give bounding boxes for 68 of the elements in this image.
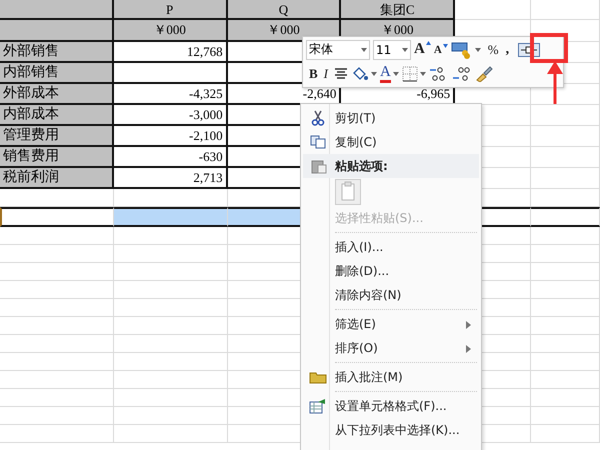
shrink-font-button[interactable]: A xyxy=(434,44,448,56)
folder-icon xyxy=(309,370,327,384)
menu-item[interactable]: 从下拉列表中选择(K)... xyxy=(301,418,481,442)
menu-item[interactable]: 筛选(E) xyxy=(301,312,481,336)
grow-font-button[interactable]: A xyxy=(414,41,431,58)
scissors-icon xyxy=(311,110,325,126)
unit-header: ￥000 xyxy=(228,20,342,42)
table-cell xyxy=(530,126,600,147)
row-label: 外部成本 xyxy=(0,84,114,105)
caret-icon[interactable] xyxy=(474,48,481,52)
format-cells-icon xyxy=(309,398,327,414)
menu-item[interactable]: 清除内容(N) xyxy=(301,283,481,307)
table-cell xyxy=(530,168,600,189)
table-cell: -3,000 xyxy=(114,105,228,126)
row-label: 管理费用 xyxy=(0,126,114,147)
column-header: Q xyxy=(228,0,342,20)
font-dropdown[interactable]: 宋体 xyxy=(306,40,370,60)
clipboard-icon xyxy=(311,158,327,174)
submenu-arrow-icon xyxy=(466,345,471,353)
paintbrush-icon[interactable] xyxy=(474,66,493,82)
currency-icon[interactable] xyxy=(450,40,473,59)
row-label: 税前利润 xyxy=(0,168,114,189)
row-label: 外部销售 xyxy=(0,42,114,63)
table-cell: -630 xyxy=(114,147,228,168)
size-dropdown[interactable]: 11 xyxy=(373,40,411,60)
align-center-icon[interactable] xyxy=(334,68,348,80)
caret-icon[interactable] xyxy=(392,72,399,76)
table-cell: 2,713 xyxy=(114,168,228,189)
table-cell xyxy=(530,0,600,20)
menu-item[interactable]: 插入(I)... xyxy=(301,235,481,259)
caret-icon xyxy=(361,48,367,52)
menu-item[interactable]: 设置单元格格式(F)... xyxy=(301,394,481,418)
table-cell: 12,768 xyxy=(114,42,228,63)
borders-icon[interactable] xyxy=(402,66,418,82)
unit-header: ￥000 xyxy=(114,20,228,42)
column-header: 集团C xyxy=(341,0,456,20)
table-cell xyxy=(530,105,600,126)
comma-button[interactable]: , xyxy=(506,42,510,58)
table-cell xyxy=(530,147,600,168)
menu-section-header: 粘贴选项: xyxy=(303,154,479,178)
font-color-button[interactable]: A xyxy=(380,65,391,84)
caret-icon[interactable] xyxy=(371,72,378,76)
table-cell[interactable] xyxy=(114,207,228,227)
table-cell[interactable] xyxy=(0,207,114,227)
percent-button[interactable]: % xyxy=(488,42,499,58)
table-cell[interactable] xyxy=(530,207,600,227)
arrow-annotation xyxy=(545,60,565,104)
menu-item[interactable]: 复制(C) xyxy=(301,130,481,154)
menu-item[interactable]: 插入批注(M) xyxy=(301,365,481,389)
column-header: P xyxy=(114,0,228,20)
submenu-arrow-icon xyxy=(466,321,471,329)
row-label: 销售费用 xyxy=(0,147,114,168)
caret-icon xyxy=(402,48,408,52)
fill-bucket-icon[interactable] xyxy=(351,66,370,82)
menu-item[interactable]: 剪切(T) xyxy=(301,106,481,130)
decrease-decimal-icon[interactable] xyxy=(452,66,472,82)
row-label: 内部成本 xyxy=(0,105,114,126)
highlight-frame xyxy=(530,33,568,63)
copy-icon xyxy=(310,135,326,149)
table-cell: -2,100 xyxy=(114,126,228,147)
table-cell: -4,325 xyxy=(114,84,228,105)
paste-option-icon[interactable] xyxy=(335,179,361,205)
bold-button[interactable]: B xyxy=(309,66,318,82)
menu-item[interactable]: 删除(D)... xyxy=(301,259,481,283)
menu-item[interactable]: 排序(O) xyxy=(301,336,481,360)
row-label: 内部销售 xyxy=(0,63,114,84)
caret-icon[interactable] xyxy=(420,72,426,76)
italic-button[interactable]: I xyxy=(324,66,328,82)
